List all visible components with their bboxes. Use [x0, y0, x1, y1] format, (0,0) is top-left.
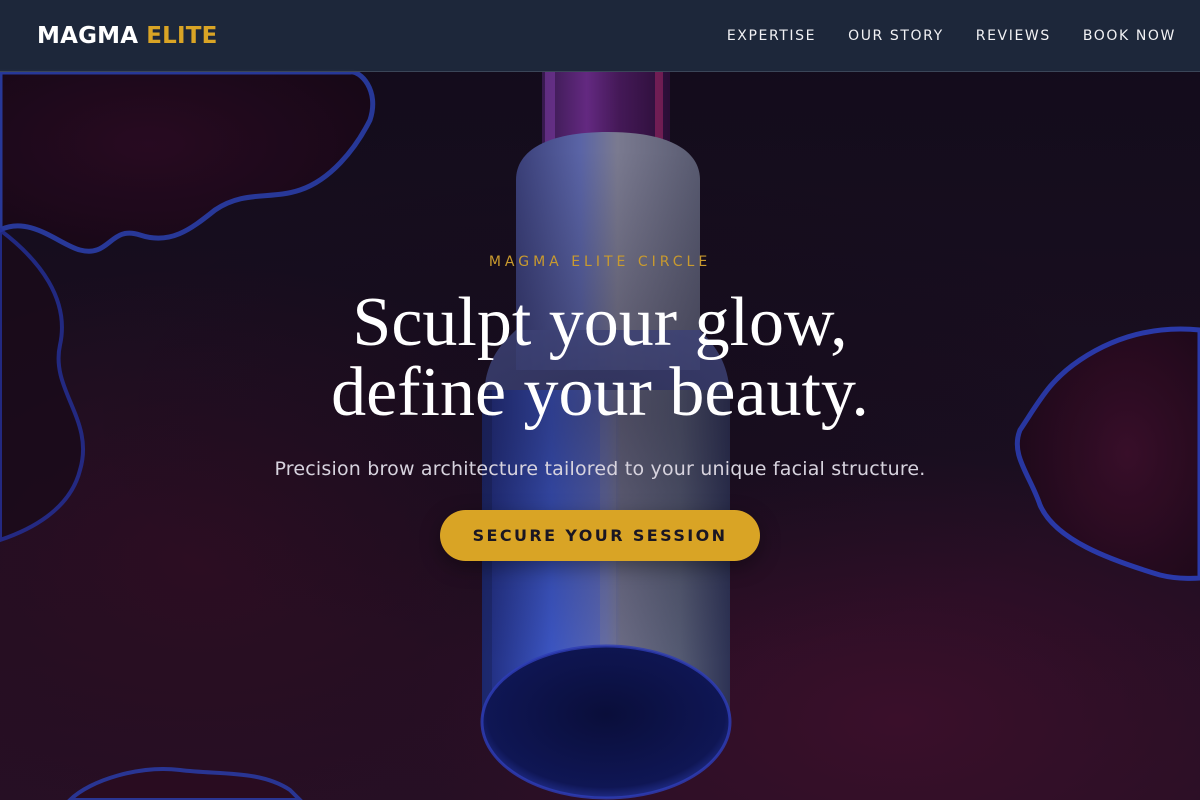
brand-name-accent: ELITE — [146, 22, 218, 49]
hero-headline: Sculpt your glow, define your beauty. — [0, 288, 1200, 428]
top-navbar: MAGMA ELITE EXPERTISE OUR STORY REVIEWS … — [0, 0, 1200, 72]
hero-subtitle: Precision brow architecture tailored to … — [274, 458, 926, 480]
nav-link-reviews[interactable]: REVIEWS — [976, 28, 1051, 44]
hero-headline-line-1: Sculpt your glow, — [352, 284, 848, 361]
hero-eyebrow: MAGMA ELITE CIRCLE — [488, 254, 712, 270]
nav-link-book-now[interactable]: BOOK NOW — [1083, 28, 1176, 44]
nav-link-expertise[interactable]: EXPERTISE — [727, 28, 816, 44]
nav-link-our-story[interactable]: OUR STORY — [848, 28, 944, 44]
hero-headline-line-2: define your beauty. — [331, 354, 869, 431]
secure-session-button[interactable]: SECURE YOUR SESSION — [440, 510, 760, 561]
brand-name-primary: MAGMA — [37, 22, 139, 49]
nav-menu: EXPERTISE OUR STORY REVIEWS BOOK NOW — [727, 28, 1176, 44]
brand-logo[interactable]: MAGMA ELITE — [37, 23, 218, 49]
